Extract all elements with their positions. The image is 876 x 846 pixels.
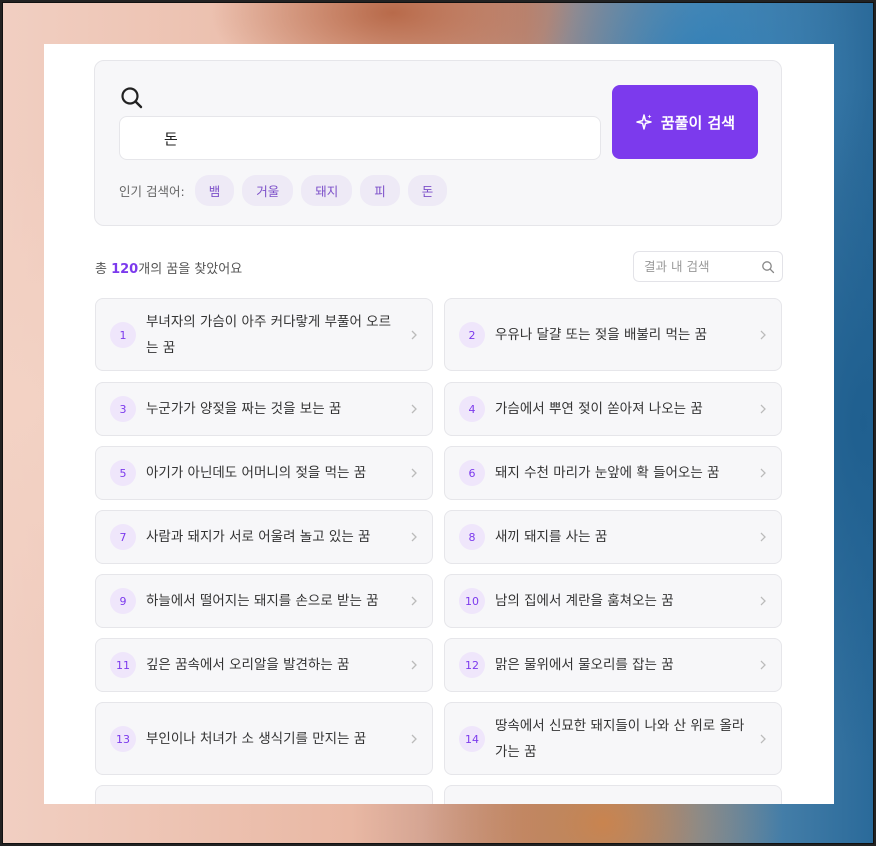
main-panel: 꿈풀이 검색 인기 검색어: 뱀 거울 돼지 피 돈 총 120개의 꿈을 찾았… bbox=[44, 44, 834, 804]
item-title: 부인이나 처녀가 소 생식기를 만지는 꿈 bbox=[146, 731, 367, 747]
item-number: 1 bbox=[110, 322, 136, 348]
chevron-right-icon bbox=[411, 660, 417, 670]
chevron-right-icon bbox=[760, 468, 766, 478]
chevron-right-icon bbox=[760, 330, 766, 340]
popular-label: 인기 검색어: bbox=[119, 184, 185, 199]
item-title: 땅속에서 신묘한 돼지들이 나와 산 위로 올라가는 꿈 bbox=[495, 718, 745, 760]
popular-searches: 인기 검색어: 뱀 거울 돼지 피 돈 bbox=[119, 175, 448, 206]
popular-tag[interactable]: 뱀 bbox=[194, 175, 235, 206]
item-number: 14 bbox=[459, 726, 485, 752]
dream-item[interactable]: 12 맑은 물위에서 물오리를 잡는 꿈 bbox=[444, 638, 782, 692]
item-number: 8 bbox=[459, 524, 485, 550]
dream-item[interactable]: 1 부녀자의 가슴이 아주 커다랗게 부풀어 오르는 꿈 bbox=[95, 298, 433, 371]
item-title: 돼지 수천 마리가 눈앞에 확 들어오는 꿈 bbox=[495, 465, 720, 481]
popular-tag[interactable]: 돼지 bbox=[301, 175, 353, 206]
item-number: 6 bbox=[459, 460, 485, 486]
item-number: 7 bbox=[110, 524, 136, 550]
item-title: 부녀자의 가슴이 아주 커다랗게 부풀어 오르는 꿈 bbox=[146, 314, 392, 356]
item-title: 누군가가 양젖을 짜는 것을 보는 꿈 bbox=[146, 401, 342, 417]
dream-item[interactable]: 9 하늘에서 떨어지는 돼지를 손으로 받는 꿈 bbox=[95, 574, 433, 628]
item-title: 새끼 돼지를 사는 꿈 bbox=[495, 529, 608, 545]
chevron-right-icon bbox=[411, 532, 417, 542]
dream-item[interactable]: 7 사람과 돼지가 서로 어울려 놀고 있는 꿈 bbox=[95, 510, 433, 564]
item-title: 맑은 물위에서 물오리를 잡는 꿈 bbox=[495, 657, 674, 673]
item-title: 사람과 돼지가 서로 어울려 놀고 있는 꿈 bbox=[146, 529, 371, 545]
background-photo: 꿈풀이 검색 인기 검색어: 뱀 거울 돼지 피 돈 총 120개의 꿈을 찾았… bbox=[2, 2, 874, 844]
dream-item[interactable]: 11 깊은 꿈속에서 오리알을 발견하는 꿈 bbox=[95, 638, 433, 692]
dream-item[interactable]: 13 부인이나 처녀가 소 생식기를 만지는 꿈 bbox=[95, 702, 433, 775]
summary-suffix: 개의 꿈을 찾았어요 bbox=[138, 262, 243, 277]
dream-item[interactable]: 10 남의 집에서 계란을 훔쳐오는 꿈 bbox=[444, 574, 782, 628]
result-filter bbox=[633, 251, 783, 282]
chevron-right-icon bbox=[411, 596, 417, 606]
item-number: 2 bbox=[459, 322, 485, 348]
item-title: 우유나 달걀 또는 젖을 배불리 먹는 꿈 bbox=[495, 327, 708, 343]
popular-tag[interactable]: 거울 bbox=[242, 175, 294, 206]
dream-item[interactable] bbox=[444, 785, 782, 804]
chevron-right-icon bbox=[760, 596, 766, 606]
item-number: 3 bbox=[110, 396, 136, 422]
dream-search-button[interactable]: 꿈풀이 검색 bbox=[612, 85, 758, 159]
chevron-right-icon bbox=[411, 404, 417, 414]
search-icon bbox=[121, 87, 143, 109]
item-number: 9 bbox=[110, 588, 136, 614]
chevron-right-icon bbox=[760, 660, 766, 670]
dream-item[interactable]: 2 우유나 달걀 또는 젖을 배불리 먹는 꿈 bbox=[444, 298, 782, 371]
result-filter-input[interactable] bbox=[634, 252, 782, 281]
item-number: 11 bbox=[110, 652, 136, 678]
search-section: 꿈풀이 검색 인기 검색어: 뱀 거울 돼지 피 돈 bbox=[94, 60, 782, 226]
dream-item[interactable]: 3 누군가가 양젖을 짜는 것을 보는 꿈 bbox=[95, 382, 433, 436]
item-title: 깊은 꿈속에서 오리알을 발견하는 꿈 bbox=[146, 657, 350, 673]
summary-prefix: 총 bbox=[95, 262, 112, 277]
item-title: 남의 집에서 계란을 훔쳐오는 꿈 bbox=[495, 593, 674, 609]
dream-item[interactable]: 4 가슴에서 뿌연 젖이 쏟아져 나오는 꿈 bbox=[444, 382, 782, 436]
dream-item[interactable]: 5 아기가 아닌데도 어머니의 젖을 먹는 꿈 bbox=[95, 446, 433, 500]
item-title: 가슴에서 뿌연 젖이 쏟아져 나오는 꿈 bbox=[495, 401, 703, 417]
item-number: 13 bbox=[110, 726, 136, 752]
chevron-right-icon bbox=[760, 404, 766, 414]
popular-tag[interactable]: 돈 bbox=[407, 175, 448, 206]
result-count: 120 bbox=[111, 262, 139, 277]
item-number: 4 bbox=[459, 396, 485, 422]
result-summary: 총 120개의 꿈을 찾았어요 bbox=[95, 258, 242, 277]
dream-item[interactable]: 6 돼지 수천 마리가 눈앞에 확 들어오는 꿈 bbox=[444, 446, 782, 500]
dream-item[interactable]: 8 새끼 돼지를 사는 꿈 bbox=[444, 510, 782, 564]
chevron-right-icon bbox=[760, 734, 766, 744]
item-number: 10 bbox=[459, 588, 485, 614]
chevron-right-icon bbox=[411, 468, 417, 478]
chevron-right-icon bbox=[411, 734, 417, 744]
popular-tag[interactable]: 피 bbox=[360, 175, 400, 206]
chevron-right-icon bbox=[411, 330, 417, 340]
dream-item[interactable] bbox=[95, 785, 433, 804]
search-button-label: 꿈풀이 검색 bbox=[660, 113, 736, 132]
sparkle-icon bbox=[636, 114, 652, 130]
search-input[interactable] bbox=[119, 116, 601, 160]
dream-item[interactable]: 14 땅속에서 신묘한 돼지들이 나와 산 위로 올라가는 꿈 bbox=[444, 702, 782, 775]
item-number: 5 bbox=[110, 460, 136, 486]
search-icon[interactable] bbox=[761, 260, 775, 274]
item-title: 하늘에서 떨어지는 돼지를 손으로 받는 꿈 bbox=[146, 593, 379, 609]
item-title: 아기가 아닌데도 어머니의 젖을 먹는 꿈 bbox=[146, 465, 367, 481]
chevron-right-icon bbox=[760, 532, 766, 542]
item-number: 12 bbox=[459, 652, 485, 678]
